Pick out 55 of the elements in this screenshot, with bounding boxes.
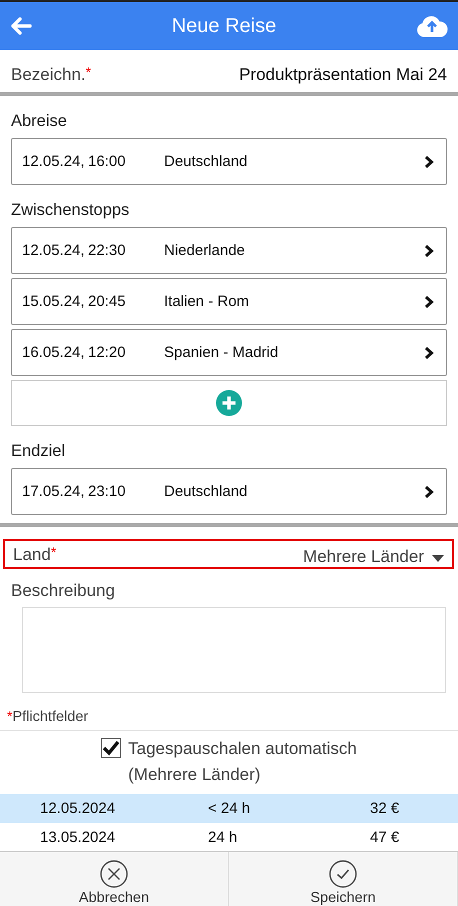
stop-time: 22:30: [88, 242, 127, 259]
add-stop-button[interactable]: [11, 380, 447, 426]
checkmark-icon: [329, 860, 357, 888]
section-title: Endziel: [11, 442, 66, 461]
allowance-row[interactable]: 12.05.2024 < 24 h 32 €: [0, 794, 458, 823]
field-label: Bezeichn.: [11, 65, 86, 85]
stop-time: 12:20: [88, 344, 127, 361]
stop-time: 20:45: [88, 293, 127, 310]
stop-time: 16:00: [88, 153, 127, 170]
required-mark: *: [7, 709, 12, 723]
chevron-right-icon: [424, 154, 434, 168]
section-title: Zwischenstopps: [11, 201, 130, 220]
country-dropdown[interactable]: Land* Mehrere Länder: [3, 539, 454, 569]
close-icon: [100, 860, 128, 888]
chevron-right-icon: [424, 484, 434, 498]
stop-row[interactable]: 17.05.24, 23:10 Deutschland: [11, 468, 447, 515]
name-field[interactable]: Produktpräsentation Mai 24: [239, 65, 447, 85]
stop-place: Spanien - Madrid: [164, 344, 280, 361]
stop-place: Deutschland: [164, 483, 248, 500]
back-arrow-icon: [10, 17, 32, 35]
stop-time: 23:10: [88, 483, 127, 500]
required-mark: *: [86, 65, 92, 79]
required-fields-note: Pflichtfelder: [12, 709, 88, 725]
table-cell-text: 12.05.2024: [39, 800, 116, 817]
dropdown-caret-icon: [432, 555, 444, 562]
plus-circle-icon: [216, 390, 242, 416]
chevron-right-icon: [424, 244, 434, 258]
field-label: Beschreibung: [11, 581, 116, 601]
stop-row[interactable]: 12.05.24, 22:30 Niederlande: [11, 227, 447, 274]
cloud-upload-icon: [416, 14, 448, 38]
stop-date: 12.05.24,: [22, 153, 86, 170]
table-cell-text: 47 €: [370, 829, 400, 846]
table-cell-text: 24 h: [207, 829, 238, 846]
stop-row[interactable]: 16.05.24, 12:20 Spanien - Madrid: [11, 329, 447, 376]
description-field[interactable]: [22, 607, 446, 693]
screen-title: Neue Reise: [172, 14, 276, 38]
table-cell-text: < 24 h: [207, 800, 252, 817]
stop-date: 17.05.24,: [22, 483, 86, 500]
chevron-right-icon: [424, 346, 434, 360]
checkbox[interactable]: [101, 738, 122, 758]
stop-date: 15.05.24,: [22, 293, 86, 310]
stop-row[interactable]: 12.05.24, 16:00 Deutschland: [11, 138, 447, 185]
stop-date: 12.05.24,: [22, 242, 86, 259]
allowance-row[interactable]: 13.05.2024 24 h 47 €: [0, 823, 458, 851]
stop-place: Italien - Rom: [164, 293, 250, 310]
section-title: Abreise: [11, 112, 68, 131]
checkbox-sublabel: (Mehrere Länder): [128, 764, 262, 786]
stop-place: Deutschland: [164, 153, 248, 170]
stop-place: Niederlande: [164, 242, 246, 259]
table-cell-text: 32 €: [370, 800, 400, 817]
table-cell-text: 13.05.2024: [39, 829, 116, 846]
stop-row[interactable]: 15.05.24, 20:45 Italien - Rom: [11, 278, 447, 325]
checkbox-label: Tagespauschalen automatisch: [128, 738, 357, 760]
chevron-right-icon: [424, 294, 434, 308]
stop-date: 16.05.24,: [22, 344, 86, 361]
